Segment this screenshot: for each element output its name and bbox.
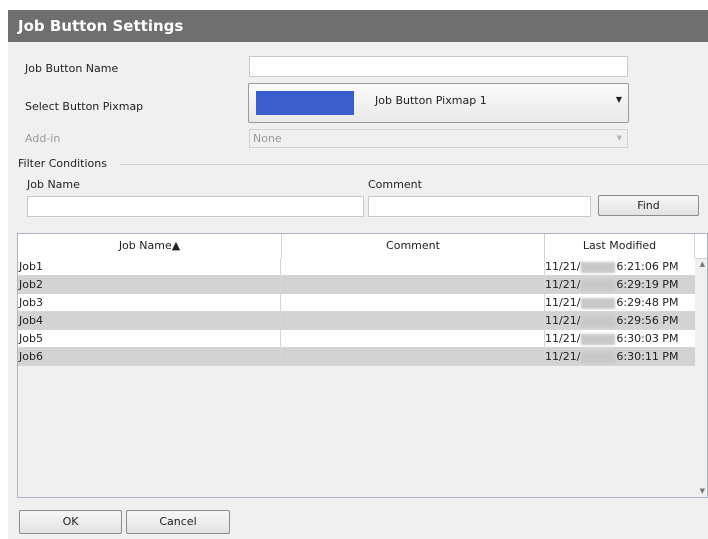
addin-label: Add-in — [25, 132, 61, 145]
comment-cell — [281, 330, 545, 347]
redacted-year — [581, 315, 616, 327]
table-header: Job Name▲ Comment Last Modified — [18, 234, 707, 259]
table-row[interactable]: Job1 11/21/6:21:06 PM — [18, 258, 695, 276]
redacted-year — [581, 279, 616, 291]
last-modified-cell: 11/21/6:29:48 PM — [545, 294, 695, 311]
job-name-cell: Job5 — [18, 330, 281, 347]
time-text: 6:21:06 PM — [616, 260, 679, 273]
job-name-cell: Job4 — [18, 312, 281, 329]
table-row[interactable]: Job5 11/21/6:30:03 PM — [18, 330, 695, 348]
last-modified-cell: 11/21/6:30:11 PM — [545, 348, 695, 365]
comment-cell — [281, 294, 545, 311]
filter-comment-input[interactable] — [368, 196, 591, 217]
comment-cell — [281, 258, 545, 275]
find-button[interactable]: Find — [598, 195, 699, 216]
date-text: 11/21/ — [545, 350, 581, 363]
date-text: 11/21/ — [545, 332, 581, 345]
column-header-last-modified[interactable]: Last Modified — [545, 234, 695, 258]
select-button-pixmap-label: Select Button Pixmap — [25, 100, 144, 113]
filter-job-name-label: Job Name — [27, 178, 80, 191]
last-modified-cell: 11/21/6:30:03 PM — [545, 330, 695, 347]
table-row[interactable]: Job2 11/21/6:29:19 PM — [18, 276, 695, 294]
job-button-name-label: Job Button Name — [25, 62, 119, 75]
filter-comment-label: Comment — [368, 178, 422, 191]
chevron-down-icon: ▼ — [615, 95, 622, 104]
dialog-title: Job Button Settings — [8, 10, 708, 42]
job-name-cell: Job1 — [18, 258, 281, 275]
cancel-button[interactable]: Cancel — [126, 510, 230, 534]
filter-job-name-input[interactable] — [27, 196, 364, 217]
chevron-down-icon: ▼ — [616, 134, 622, 142]
job-button-name-input[interactable] — [249, 56, 628, 77]
addin-selected-label: None — [253, 132, 282, 145]
date-text: 11/21/ — [545, 260, 581, 273]
last-modified-cell: 11/21/6:21:06 PM — [545, 258, 695, 275]
date-text: 11/21/ — [545, 314, 581, 327]
column-header-job-name[interactable]: Job Name▲ — [18, 234, 282, 258]
comment-cell — [281, 348, 545, 365]
jobs-table: Job Name▲ Comment Last Modified Job1 11/… — [17, 233, 708, 498]
ok-button[interactable]: OK — [19, 510, 122, 534]
filter-conditions-label: Filter Conditions — [18, 157, 107, 170]
job-name-cell: Job6 — [18, 348, 281, 365]
pixmap-swatch — [256, 91, 354, 115]
time-text: 6:29:19 PM — [616, 278, 679, 291]
scroll-down-icon[interactable]: ▼ — [700, 487, 705, 495]
table-row[interactable]: Job3 11/21/6:29:48 PM — [18, 294, 695, 312]
job-button-settings-dialog: Job Button Settings Job Button Name Sele… — [8, 10, 708, 539]
table-row[interactable]: Job4 11/21/6:29:56 PM — [18, 312, 695, 330]
redacted-year — [581, 261, 616, 273]
comment-cell — [281, 276, 545, 293]
redacted-year — [581, 297, 616, 309]
redacted-year — [581, 333, 616, 345]
job-name-cell: Job2 — [18, 276, 281, 293]
date-text: 11/21/ — [545, 296, 581, 309]
table-row[interactable]: Job6 11/21/6:30:11 PM — [18, 348, 695, 366]
time-text: 6:29:48 PM — [616, 296, 679, 309]
time-text: 6:29:56 PM — [616, 314, 679, 327]
time-text: 6:30:03 PM — [616, 332, 679, 345]
time-text: 6:30:11 PM — [616, 350, 679, 363]
button-pixmap-select[interactable]: Job Button Pixmap 1 ▼ — [248, 83, 629, 123]
addin-select[interactable]: None ▼ — [249, 129, 628, 148]
last-modified-cell: 11/21/6:29:56 PM — [545, 312, 695, 329]
redacted-year — [581, 351, 616, 363]
job-name-cell: Job3 — [18, 294, 281, 311]
date-text: 11/21/ — [545, 278, 581, 291]
comment-cell — [281, 312, 545, 329]
pixmap-selected-label: Job Button Pixmap 1 — [375, 94, 487, 107]
last-modified-cell: 11/21/6:29:19 PM — [545, 276, 695, 293]
scroll-up-icon[interactable]: ▲ — [700, 260, 705, 268]
filter-group-divider — [120, 164, 708, 165]
column-header-comment[interactable]: Comment — [282, 234, 545, 258]
